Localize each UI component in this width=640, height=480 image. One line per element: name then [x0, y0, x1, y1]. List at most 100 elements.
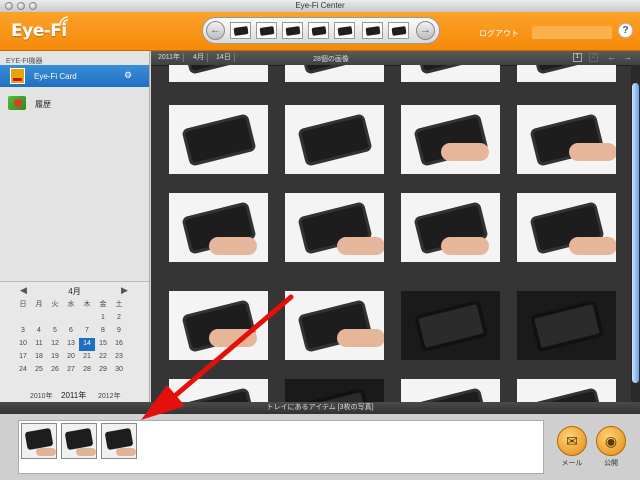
- strip-next-button[interactable]: →: [416, 21, 435, 40]
- photo-browser: 2011年 4月 14日 28個の画像 1 2 ← →: [151, 51, 640, 402]
- tray-thumbnail[interactable]: [61, 423, 97, 459]
- calendar-day[interactable]: 21: [79, 351, 95, 364]
- calendar-day[interactable]: 3: [15, 325, 31, 338]
- photo-thumbnail[interactable]: [517, 105, 616, 174]
- sidebar-item-eye-fi-card[interactable]: Eye-Fi Card ⚙: [0, 65, 149, 87]
- photo-thumbnail[interactable]: [517, 193, 616, 262]
- calendar-day[interactable]: 11: [31, 338, 47, 351]
- breadcrumb-month[interactable]: 4月: [190, 53, 208, 62]
- photo-thumbnail[interactable]: [169, 65, 268, 82]
- photo-thumbnail[interactable]: [169, 193, 268, 262]
- finger-image: [209, 329, 257, 347]
- calendar-day[interactable]: 6: [63, 325, 79, 338]
- photo-thumbnail[interactable]: [285, 291, 384, 360]
- calendar: ◀ 4月 ▶ 日月火水木金土 1 2 3 4 5 6 7 8 9 10 11 12 13 14 15 16 17 1…: [0, 281, 149, 403]
- photo-thumbnail[interactable]: [285, 193, 384, 262]
- help-button[interactable]: ?: [618, 23, 633, 38]
- calendar-day[interactable]: 22: [95, 351, 111, 364]
- photo-thumbnail[interactable]: [401, 193, 500, 262]
- calendar-day[interactable]: 24: [15, 364, 31, 377]
- strip-thumbnail[interactable]: [388, 22, 409, 39]
- strip-thumbnail[interactable]: [362, 22, 383, 39]
- strip-thumbnail[interactable]: [282, 22, 303, 39]
- sidebar: EYE-FI機器 Eye-Fi Card ⚙ 履歴 ◀ 4月 ▶ 日月火水木金土…: [0, 51, 150, 403]
- publish-button[interactable]: ◉: [596, 426, 626, 456]
- photo-thumbnail[interactable]: [517, 379, 616, 402]
- calendar-day[interactable]: 5: [47, 325, 63, 338]
- tray-thumbnail[interactable]: [21, 423, 57, 459]
- view-multi-button[interactable]: 2: [589, 53, 598, 62]
- view-single-button[interactable]: 1: [573, 53, 582, 62]
- calendar-day[interactable]: 12: [47, 338, 63, 351]
- strip-thumbnail[interactable]: [256, 22, 277, 39]
- calendar-day[interactable]: 2: [111, 312, 127, 325]
- breadcrumb-day[interactable]: 14日: [213, 53, 235, 62]
- phone-case-image: [529, 299, 605, 353]
- calendar-day[interactable]: 29: [95, 364, 111, 377]
- year-next[interactable]: 2012年: [98, 391, 121, 401]
- phone-case-image: [413, 65, 489, 75]
- photo-thumbnail[interactable]: [285, 65, 384, 82]
- arrow-left-icon[interactable]: ←: [607, 52, 616, 62]
- calendar-day[interactable]: 23: [111, 351, 127, 364]
- tray-thumbnail[interactable]: [101, 423, 137, 459]
- calendar-day[interactable]: 15: [95, 338, 111, 351]
- calendar-day[interactable]: 30: [111, 364, 127, 377]
- strip-thumbnail[interactable]: [230, 22, 251, 39]
- gear-icon[interactable]: ⚙: [124, 70, 132, 81]
- calendar-grid: 日月火水木金土 1 2 3 4 5 6 7 8 9 10 11 12 13 14 15 16 17 18 19 20 21…: [15, 299, 127, 377]
- calendar-day[interactable]: 27: [63, 364, 79, 377]
- calendar-day[interactable]: 7: [79, 325, 95, 338]
- photo-thumbnail[interactable]: [285, 105, 384, 174]
- photo-thumbnail[interactable]: [401, 105, 500, 174]
- breadcrumb-year[interactable]: 2011年: [155, 53, 185, 62]
- photo-thumbnail[interactable]: [517, 291, 616, 360]
- calendar-day[interactable]: 10: [15, 338, 31, 351]
- logout-link[interactable]: ログアウト: [479, 28, 519, 39]
- calendar-day[interactable]: 4: [31, 325, 47, 338]
- photo-thumbnail[interactable]: [517, 65, 616, 82]
- mail-button[interactable]: ✉: [557, 426, 587, 456]
- year-prev[interactable]: 2010年: [30, 391, 53, 401]
- year-current[interactable]: 2011年: [61, 390, 86, 401]
- sidebar-item-history[interactable]: 履歴: [35, 99, 51, 110]
- calendar-day[interactable]: 8: [95, 325, 111, 338]
- calendar-day[interactable]: 13: [63, 338, 79, 351]
- tray: ✉ メール ◉ 公開: [0, 414, 640, 480]
- photo-thumbnail[interactable]: [401, 379, 500, 402]
- phone-case-image: [181, 113, 257, 167]
- calendar-day[interactable]: 20: [63, 351, 79, 364]
- photo-thumbnail[interactable]: [169, 105, 268, 174]
- calendar-day[interactable]: 18: [31, 351, 47, 364]
- photo-thumbnail[interactable]: [401, 291, 500, 360]
- photo-thumbnail[interactable]: [169, 379, 268, 402]
- tray-items-area: [18, 420, 544, 474]
- finger-image: [569, 237, 616, 255]
- photo-thumbnail[interactable]: [169, 291, 268, 360]
- calendar-day[interactable]: 1: [95, 312, 111, 325]
- calendar-day[interactable]: 28: [79, 364, 95, 377]
- strip-prev-button[interactable]: ←: [206, 21, 225, 40]
- phone-case-image: [297, 65, 373, 75]
- calendar-day[interactable]: 26: [47, 364, 63, 377]
- calendar-day[interactable]: 9: [111, 325, 127, 338]
- phone-case-image: [529, 65, 605, 75]
- photo-thumbnail[interactable]: [285, 379, 384, 402]
- calendar-day[interactable]: 16: [111, 338, 127, 351]
- photo-thumbnail[interactable]: [401, 65, 500, 82]
- calendar-weekday: 月: [35, 301, 43, 308]
- phone-case-image: [181, 387, 257, 402]
- calendar-day[interactable]: 17: [15, 351, 31, 364]
- arrow-right-icon[interactable]: →: [623, 52, 632, 62]
- calendar-weekday: 水: [67, 301, 75, 308]
- mail-label: メール: [561, 460, 583, 467]
- strip-thumbnail[interactable]: [308, 22, 329, 39]
- calendar-weekday: 火: [51, 301, 59, 308]
- calendar-day[interactable]: 14: [79, 338, 95, 351]
- calendar-next-month-button[interactable]: ▶: [121, 285, 128, 296]
- calendar-day[interactable]: 25: [31, 364, 47, 377]
- strip-thumbnail[interactable]: [334, 22, 355, 39]
- scrollbar-thumb[interactable]: [632, 83, 639, 383]
- vertical-scrollbar[interactable]: [631, 65, 640, 402]
- calendar-day[interactable]: 19: [47, 351, 63, 364]
